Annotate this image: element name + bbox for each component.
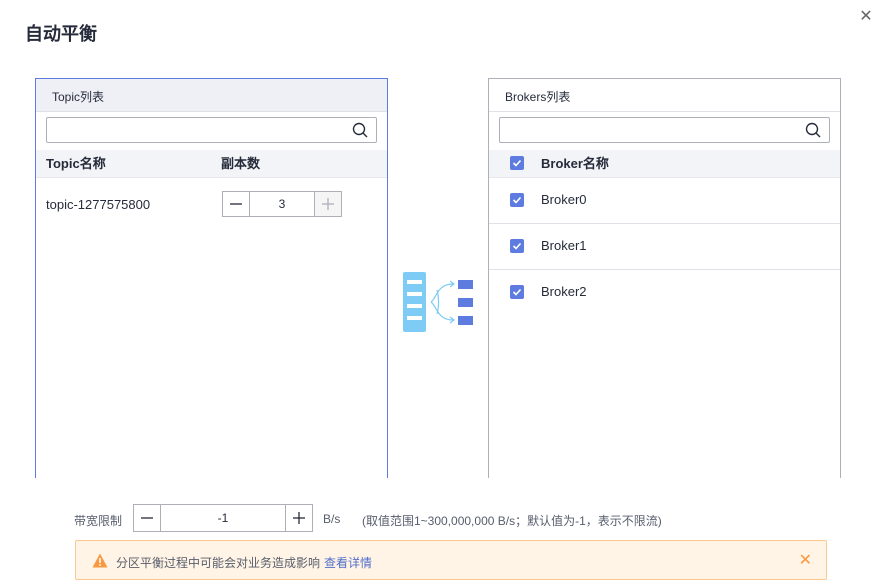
alert-message: 分区平衡过程中可能会对业务造成影响 <box>116 556 320 570</box>
select-all-checkbox[interactable] <box>510 156 524 170</box>
search-icon[interactable] <box>352 122 368 138</box>
plus-icon <box>293 512 305 524</box>
broker-row[interactable]: Broker0 <box>489 177 840 224</box>
topic-search-input[interactable] <box>53 119 347 143</box>
broker-checkbox[interactable] <box>510 239 524 253</box>
broker-panel: Brokers列表 Broker名称 Broker0 Broker1 Broke… <box>488 78 841 478</box>
bandwidth-label: 带宽限制 <box>74 512 122 529</box>
broker-name: Broker0 <box>541 192 587 207</box>
column-replicas: 副本数 <box>221 150 260 177</box>
bandwidth-hint: (取值范围1~300,000,000 B/s；默认值为-1，表示不限流) <box>362 512 662 529</box>
topic-panel: Topic列表 Topic名称 副本数 topic-1277575800 3 <box>35 78 388 478</box>
bandwidth-value[interactable]: -1 <box>161 505 285 531</box>
distribute-icon <box>401 270 477 334</box>
broker-panel-header: Brokers列表 <box>489 79 840 112</box>
broker-search[interactable] <box>499 117 830 143</box>
decrement-button[interactable] <box>223 192 250 216</box>
broker-table-header: Broker名称 <box>489 150 840 178</box>
topic-panel-header: Topic列表 <box>36 79 387 112</box>
alert-message-line: 分区平衡过程中可能会对业务造成影响查看详情 <box>116 554 372 571</box>
topic-table-header: Topic名称 副本数 <box>36 150 387 178</box>
warning-icon <box>92 553 108 568</box>
search-icon[interactable] <box>805 122 821 138</box>
check-icon <box>512 195 522 205</box>
broker-checkbox[interactable] <box>510 193 524 207</box>
broker-checkbox[interactable] <box>510 285 524 299</box>
column-topic-name: Topic名称 <box>46 150 106 177</box>
alert-close-icon[interactable]: ✕ <box>799 550 812 570</box>
column-broker-name: Broker名称 <box>541 150 609 177</box>
broker-row[interactable]: Broker1 <box>489 223 840 270</box>
bandwidth-stepper[interactable]: -1 <box>133 504 313 532</box>
plus-icon <box>322 198 334 210</box>
warning-alert: 分区平衡过程中可能会对业务造成影响查看详情 ✕ <box>75 540 827 580</box>
close-icon[interactable]: ✕ <box>855 6 877 28</box>
check-icon <box>512 241 522 251</box>
minus-icon <box>141 512 153 524</box>
topic-search[interactable] <box>46 117 377 143</box>
minus-icon <box>230 198 242 210</box>
dialog-title: 自动平衡 <box>25 20 97 46</box>
broker-name: Broker2 <box>541 284 587 299</box>
replica-stepper[interactable]: 3 <box>222 191 342 217</box>
replica-value[interactable]: 3 <box>250 192 314 216</box>
increment-button[interactable] <box>314 192 341 216</box>
check-icon <box>512 287 522 297</box>
view-details-link[interactable]: 查看详情 <box>324 556 372 570</box>
check-icon <box>512 158 522 168</box>
broker-row[interactable]: Broker2 <box>489 269 840 315</box>
broker-search-input[interactable] <box>506 119 800 143</box>
increment-button[interactable] <box>285 505 312 531</box>
bandwidth-unit: B/s <box>323 512 340 526</box>
broker-name: Broker1 <box>541 238 587 253</box>
decrement-button[interactable] <box>134 505 161 531</box>
topic-name: topic-1277575800 <box>46 197 150 212</box>
